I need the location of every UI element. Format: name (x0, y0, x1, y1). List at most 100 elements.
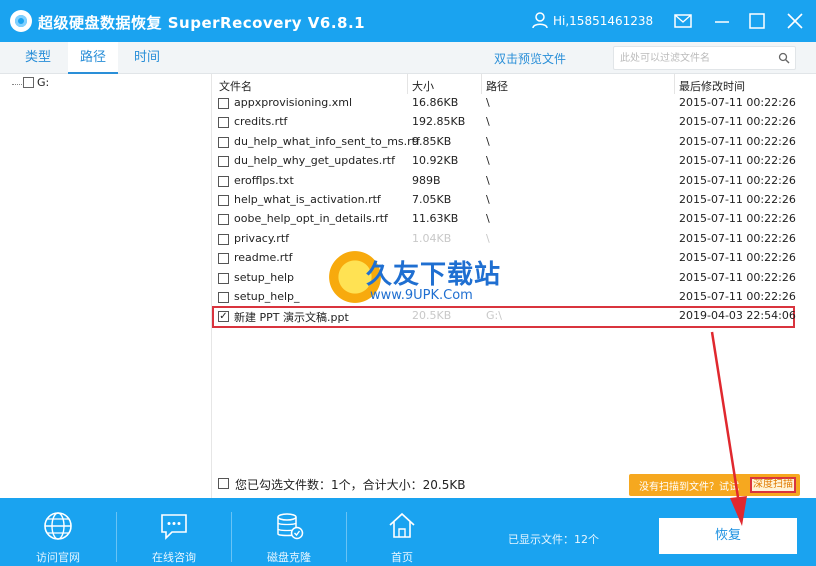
tab-type[interactable]: 类型 (12, 42, 64, 74)
maximize-icon[interactable] (746, 10, 768, 32)
close-icon[interactable] (784, 10, 806, 32)
row-checkbox[interactable] (218, 291, 229, 303)
file-path: \ (486, 192, 490, 206)
file-size: 192.85KB (412, 115, 466, 129)
file-name: erofflps.txt (234, 173, 294, 187)
nav-home[interactable]: 首页 (344, 498, 460, 566)
file-size: 7.05KB (412, 192, 452, 206)
tab-path[interactable]: 路径 (68, 42, 118, 74)
row-checkbox[interactable] (218, 253, 229, 265)
header-file-name[interactable]: 文件名 (219, 78, 252, 94)
file-modified-time: 2015-07-11 00:22:26 (679, 96, 796, 109)
tree-root-label[interactable]: G: (37, 76, 49, 89)
row-checkbox[interactable]: ✓ (218, 311, 229, 323)
file-modified-time: 2015-07-11 00:22:26 (679, 134, 796, 148)
table-row[interactable]: credits.rtf 192.85KB \ 2015-07-11 00:22:26 (213, 113, 816, 132)
directory-tree: G: (0, 74, 212, 498)
nav-online-consult[interactable]: 在线咨询 (116, 498, 232, 566)
column-separator[interactable] (481, 74, 482, 94)
file-size: 989B (412, 173, 441, 187)
file-modified-time: 2015-07-11 00:22:26 (679, 231, 796, 245)
file-modified-time: 2015-07-11 00:22:26 (679, 251, 796, 265)
file-modified-time: 2015-07-11 00:22:26 (679, 212, 796, 226)
watermark-url: www.9UPK.Com (370, 288, 473, 303)
file-size: 16.86KB (412, 96, 459, 109)
nav-disk-clone[interactable]: 磁盘克隆 (231, 498, 347, 566)
header-path[interactable]: 路径 (486, 78, 508, 94)
nav-visit-website[interactable]: 访问官网 (0, 498, 116, 566)
tree-root-checkbox[interactable] (23, 77, 34, 88)
file-modified-time: 2015-07-11 00:22:26 (679, 192, 796, 206)
watermark-title: 久友下载站 (366, 260, 502, 290)
shown-files-count: 已显示文件：12个 (508, 533, 599, 546)
table-row[interactable]: du_help_what_info_sent_to_ms.rtf 9.85KB \ 2… (213, 133, 816, 152)
table-header: 文件名 大小 路径 最后修改时间 (213, 74, 816, 94)
file-name: du_help_why_get_updates.rtf (234, 154, 395, 168)
table-row[interactable]: appxprovisioning.xml 16.86KB \ 2015-07-11 0… (213, 94, 816, 113)
globe-icon (44, 512, 72, 540)
file-modified-time: 2015-07-11 00:22:26 (679, 270, 796, 284)
preview-file-hint[interactable]: 双击预览文件 (494, 50, 566, 67)
row-checkbox[interactable] (218, 156, 229, 168)
row-checkbox[interactable] (218, 233, 229, 245)
home-icon (389, 512, 415, 538)
filter-input[interactable] (620, 50, 770, 66)
file-name: setup_help_ (234, 289, 300, 303)
file-size: 9.85KB (412, 134, 452, 148)
table-row[interactable]: erofflps.txt 989B \ 2015-07-11 00:22:26 (213, 172, 816, 191)
file-name: setup_help (234, 270, 295, 284)
table-row[interactable]: du_help_why_get_updates.rtf 10.92KB \ 2015-… (213, 152, 816, 171)
file-path: \ (486, 115, 490, 129)
row-checkbox[interactable] (218, 117, 229, 129)
deep-scan-prompt: 没有扫描到文件？试试 (639, 482, 739, 493)
row-checkbox[interactable] (218, 272, 229, 284)
nav-label: 访问官网 (36, 551, 80, 564)
nav-label: 磁盘克隆 (267, 551, 311, 564)
file-name: help_what_is_activation.rtf (234, 192, 381, 206)
file-path: \ (486, 96, 490, 109)
watermark: 久友下载站 www.9UPK.Com (300, 240, 530, 330)
header-modified-time[interactable]: 最后修改时间 (679, 78, 745, 94)
deep-scan-button[interactable]: 深度扫描 (750, 477, 796, 493)
row-checkbox[interactable] (218, 136, 229, 148)
file-name: oobe_help_opt_in_details.rtf (234, 212, 388, 226)
recover-button[interactable]: 恢复 (659, 518, 797, 554)
row-checkbox[interactable] (218, 175, 229, 187)
table-row[interactable]: oobe_help_opt_in_details.rtf 11.63KB \ 2015… (213, 210, 816, 229)
table-row[interactable]: help_what_is_activation.rtf 7.05KB \ 2015-0… (213, 191, 816, 210)
column-separator[interactable] (674, 74, 675, 94)
deep-scan-banner: 没有扫描到文件？试试 深度扫描 (629, 474, 800, 496)
file-modified-time: 2015-07-11 00:22:26 (679, 115, 796, 129)
file-path: \ (486, 154, 490, 168)
file-name: readme.rtf (234, 251, 293, 265)
file-size: 11.63KB (412, 212, 459, 226)
file-name: du_help_what_info_sent_to_ms.rtf (234, 134, 420, 148)
row-checkbox[interactable] (218, 194, 229, 206)
title-bar: 超级硬盘数据恢复 SuperRecovery V6.8.1 Hi,1585146… (0, 0, 816, 42)
nav-label: 首页 (391, 551, 413, 564)
row-checkbox[interactable] (218, 98, 229, 109)
file-path: \ (486, 173, 490, 187)
search-icon[interactable] (778, 52, 790, 64)
file-modified-time: 2015-07-11 00:22:26 (679, 154, 796, 168)
file-path: \ (486, 134, 490, 148)
message-icon[interactable] (672, 10, 694, 32)
app-title: 超级硬盘数据恢复 SuperRecovery V6.8.1 (38, 14, 366, 32)
row-checkbox[interactable] (218, 214, 229, 226)
nav-label: 在线咨询 (152, 551, 196, 564)
header-size[interactable]: 大小 (412, 78, 434, 94)
tab-time[interactable]: 时间 (122, 42, 172, 74)
user-icon[interactable] (532, 12, 548, 29)
file-modified-time: 2019-04-03 22:54:06 (679, 309, 796, 323)
chat-icon (161, 514, 187, 540)
minimize-icon[interactable] (711, 10, 733, 32)
file-name: credits.rtf (234, 115, 288, 129)
selection-summary-text: 您已勾选文件数：1个，合计大小：20.5KB (235, 478, 466, 492)
file-size: 10.92KB (412, 154, 459, 168)
bottom-bar: 访问官网 在线咨询 磁盘克隆 首页 已显示文件：12个 恢复 (0, 498, 816, 566)
select-all-checkbox[interactable] (218, 478, 229, 489)
file-modified-time: 2015-07-11 00:22:26 (679, 289, 796, 303)
user-name[interactable]: Hi,15851461238 (553, 14, 653, 28)
file-name: privacy.rtf (234, 231, 290, 245)
column-separator[interactable] (407, 74, 408, 94)
